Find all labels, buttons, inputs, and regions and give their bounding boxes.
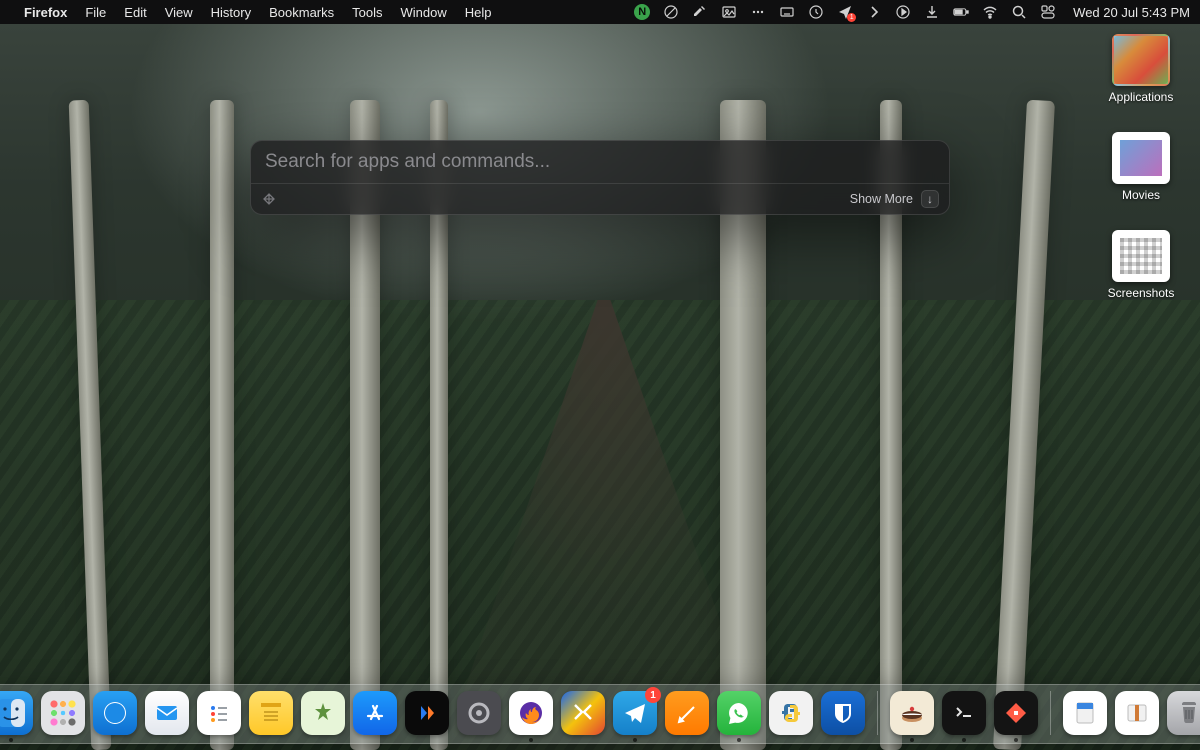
status-timemachine-icon[interactable] [808, 4, 824, 20]
show-more-label: Show More [850, 192, 913, 206]
dock-openemu-icon[interactable] [301, 691, 345, 735]
raycast-logo-icon [261, 191, 277, 207]
desktop-item-applications[interactable]: Applications [1096, 34, 1186, 104]
dock-raycast-icon[interactable] [994, 691, 1038, 735]
dock-separator [877, 691, 878, 735]
dock-media-icon[interactable] [405, 691, 449, 735]
status-control-center-icon[interactable] [1040, 4, 1056, 20]
show-more-shortcut-icon: ↓ [921, 190, 939, 208]
status-keyboard-icon[interactable] [779, 4, 795, 20]
status-dots-icon[interactable] [750, 4, 766, 20]
menubar: Firefox File Edit View History Bookmarks… [0, 0, 1200, 24]
applications-thumb-icon [1112, 34, 1170, 86]
status-search-icon[interactable] [1011, 4, 1027, 20]
dock-trash-icon[interactable] [1167, 691, 1200, 735]
menu-bookmarks[interactable]: Bookmarks [269, 5, 334, 20]
menu-app-name[interactable]: Firefox [24, 5, 67, 20]
dock-settings-icon[interactable] [457, 691, 501, 735]
status-download-icon[interactable] [924, 4, 940, 20]
screenshots-thumb-icon [1112, 230, 1170, 282]
menu-right: N 1 Wed 20 Jul 5:43 PM [634, 4, 1190, 20]
dock-appstore-icon[interactable] [353, 691, 397, 735]
menu-tools[interactable]: Tools [352, 5, 382, 20]
desktop-item-label: Screenshots [1108, 286, 1175, 300]
dock-reminders-icon[interactable] [197, 691, 241, 735]
status-hammer-icon[interactable] [692, 4, 708, 20]
status-play-circle-icon[interactable] [895, 4, 911, 20]
movies-thumb-icon [1112, 132, 1170, 184]
menu-edit[interactable]: Edit [124, 5, 146, 20]
command-palette: Show More ↓ [250, 140, 950, 215]
menubar-clock[interactable]: Wed 20 Jul 5:43 PM [1073, 5, 1190, 20]
dock-telegram-badge: 1 [645, 687, 661, 703]
dock-telegram-icon[interactable]: 1 [613, 691, 657, 735]
desktop-item-label: Movies [1122, 188, 1160, 202]
dock-separator [1050, 691, 1051, 735]
dock-mail-icon[interactable] [145, 691, 189, 735]
desktop-item-movies[interactable]: Movies [1096, 132, 1186, 202]
dock-notes-icon[interactable] [249, 691, 293, 735]
dock: 1 [0, 684, 1200, 744]
status-circle-slash-icon[interactable] [663, 4, 679, 20]
dock-document-icon[interactable] [1063, 691, 1107, 735]
desktop-item-label: Applications [1109, 90, 1174, 104]
dock-cake-icon[interactable] [890, 691, 934, 735]
status-location-badge: 1 [847, 13, 856, 22]
desktop-wallpaper [0, 0, 1200, 750]
desktop-icons: Applications Movies Screenshots [1096, 34, 1186, 300]
dock-pycharm-icon[interactable] [769, 691, 813, 735]
menu-left: Firefox File Edit View History Bookmarks… [24, 5, 492, 20]
dock-finder-icon[interactable] [0, 691, 33, 735]
status-n-badge-icon[interactable]: N [634, 4, 650, 20]
dock-bitwarden-icon[interactable] [821, 691, 865, 735]
menu-window[interactable]: Window [401, 5, 447, 20]
desktop-item-screenshots[interactable]: Screenshots [1096, 230, 1186, 300]
dock-safari-icon[interactable] [93, 691, 137, 735]
dock-firefox-icon[interactable] [509, 691, 553, 735]
dock-terminal-icon[interactable] [942, 691, 986, 735]
dock-tools-icon[interactable] [561, 691, 605, 735]
menu-view[interactable]: View [165, 5, 193, 20]
status-wifi-icon[interactable] [982, 4, 998, 20]
status-battery-icon[interactable] [953, 4, 969, 20]
status-photo-icon[interactable] [721, 4, 737, 20]
command-search-input[interactable] [265, 151, 935, 173]
menu-file[interactable]: File [85, 5, 106, 20]
show-more-button[interactable]: Show More ↓ [850, 190, 939, 208]
dock-archive-icon[interactable] [1115, 691, 1159, 735]
menu-help[interactable]: Help [465, 5, 492, 20]
dock-pages-icon[interactable] [665, 691, 709, 735]
status-chevron-right-icon[interactable] [866, 4, 882, 20]
dock-whatsapp-icon[interactable] [717, 691, 761, 735]
dock-launchpad-icon[interactable] [41, 691, 85, 735]
status-location-icon[interactable]: 1 [837, 4, 853, 20]
menu-history[interactable]: History [211, 5, 251, 20]
